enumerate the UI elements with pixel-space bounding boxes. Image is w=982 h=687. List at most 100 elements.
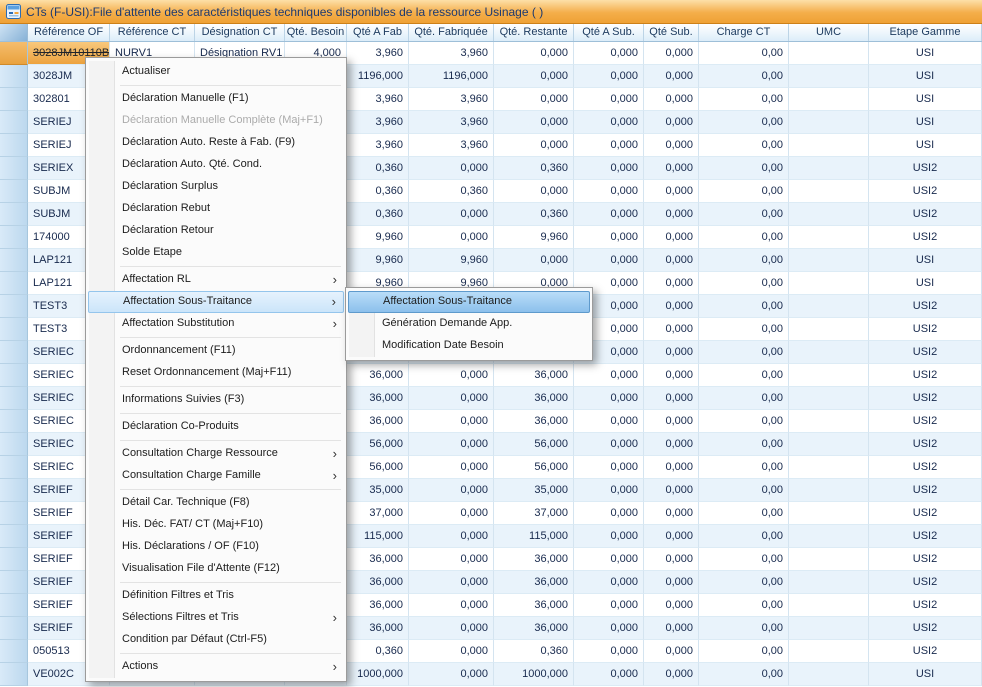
row-selector[interactable]: [0, 341, 28, 364]
menu-item[interactable]: His. Déclarations / OF (F10): [88, 536, 344, 558]
cell[interactable]: 0,000: [644, 456, 699, 479]
cell[interactable]: [789, 410, 869, 433]
column-header[interactable]: Référence CT: [110, 24, 195, 41]
cell[interactable]: 3,960: [347, 134, 409, 157]
cell[interactable]: 0,000: [409, 502, 494, 525]
column-header[interactable]: Charge CT: [699, 24, 789, 41]
cell[interactable]: 0,00: [699, 295, 789, 318]
cell[interactable]: 56,000: [494, 456, 574, 479]
cell[interactable]: USI2: [869, 433, 982, 456]
row-selector[interactable]: [0, 410, 28, 433]
cell[interactable]: 0,000: [494, 65, 574, 88]
cell[interactable]: [789, 341, 869, 364]
submenu-item[interactable]: Modification Date Besoin: [348, 335, 590, 357]
row-selector[interactable]: [0, 456, 28, 479]
cell[interactable]: 56,000: [494, 433, 574, 456]
cell[interactable]: 36,000: [494, 364, 574, 387]
cell[interactable]: 0,000: [574, 663, 644, 686]
menu-item[interactable]: Déclaration Surplus: [88, 176, 344, 198]
select-all-corner[interactable]: [0, 24, 28, 41]
cell[interactable]: 0,000: [494, 180, 574, 203]
cell[interactable]: USI: [869, 134, 982, 157]
cell[interactable]: 0,000: [644, 111, 699, 134]
cell[interactable]: 36,000: [494, 594, 574, 617]
menu-item[interactable]: His. Déc. FAT/ CT (Maj+F10): [88, 514, 344, 536]
cell[interactable]: 0,000: [644, 617, 699, 640]
cell[interactable]: 56,000: [347, 456, 409, 479]
cell[interactable]: 36,000: [347, 410, 409, 433]
cell[interactable]: 0,000: [574, 456, 644, 479]
cell[interactable]: USI2: [869, 502, 982, 525]
cell[interactable]: 0,000: [644, 157, 699, 180]
cell[interactable]: 0,000: [574, 479, 644, 502]
column-header[interactable]: UMC: [789, 24, 869, 41]
menu-item[interactable]: Déclaration Rebut: [88, 198, 344, 220]
cell[interactable]: 35,000: [494, 479, 574, 502]
cell[interactable]: 0,000: [644, 341, 699, 364]
cell[interactable]: 0,000: [644, 479, 699, 502]
cell[interactable]: [789, 249, 869, 272]
row-selector[interactable]: [0, 42, 28, 65]
cell[interactable]: 0,00: [699, 387, 789, 410]
cell[interactable]: [789, 203, 869, 226]
cell[interactable]: 0,00: [699, 410, 789, 433]
cell[interactable]: 0,000: [494, 88, 574, 111]
cell[interactable]: 0,000: [409, 640, 494, 663]
cell[interactable]: [789, 157, 869, 180]
cell[interactable]: 37,000: [494, 502, 574, 525]
cell[interactable]: 0,00: [699, 157, 789, 180]
row-selector[interactable]: [0, 157, 28, 180]
cell[interactable]: 0,000: [574, 571, 644, 594]
row-selector[interactable]: [0, 111, 28, 134]
cell[interactable]: 36,000: [494, 387, 574, 410]
cell[interactable]: 0,00: [699, 364, 789, 387]
cell[interactable]: 3,960: [347, 111, 409, 134]
cell[interactable]: 0,000: [574, 594, 644, 617]
cell[interactable]: 3,960: [347, 42, 409, 65]
cell[interactable]: 0,00: [699, 433, 789, 456]
cell[interactable]: 36,000: [347, 594, 409, 617]
cell[interactable]: 1196,000: [409, 65, 494, 88]
cell[interactable]: [789, 88, 869, 111]
cell[interactable]: 0,000: [574, 364, 644, 387]
row-selector[interactable]: [0, 387, 28, 410]
cell[interactable]: [789, 295, 869, 318]
cell[interactable]: [789, 548, 869, 571]
row-selector[interactable]: [0, 502, 28, 525]
cell[interactable]: 0,00: [699, 640, 789, 663]
cell[interactable]: 0,00: [699, 88, 789, 111]
cell[interactable]: [789, 479, 869, 502]
cell[interactable]: USI: [869, 663, 982, 686]
cell[interactable]: 0,360: [494, 203, 574, 226]
cell[interactable]: USI2: [869, 157, 982, 180]
cell[interactable]: [789, 318, 869, 341]
cell[interactable]: 0,000: [574, 88, 644, 111]
cell[interactable]: USI2: [869, 456, 982, 479]
cell[interactable]: 0,00: [699, 571, 789, 594]
cell[interactable]: USI2: [869, 594, 982, 617]
cell[interactable]: 0,00: [699, 502, 789, 525]
cell[interactable]: 0,000: [644, 594, 699, 617]
cell[interactable]: 0,000: [574, 617, 644, 640]
cell[interactable]: USI2: [869, 295, 982, 318]
menu-item[interactable]: Reset Ordonnancement (Maj+F11): [88, 362, 344, 384]
cell[interactable]: 0,360: [494, 640, 574, 663]
cell[interactable]: USI2: [869, 387, 982, 410]
menu-item[interactable]: Affectation RL›: [88, 269, 344, 291]
cell[interactable]: 0,000: [644, 433, 699, 456]
menu-item[interactable]: Informations Suivies (F3): [88, 389, 344, 411]
column-header[interactable]: Qté A Sub.: [574, 24, 644, 41]
row-selector[interactable]: [0, 433, 28, 456]
cell[interactable]: 0,00: [699, 617, 789, 640]
menu-item[interactable]: Visualisation File d'Attente (F12): [88, 558, 344, 580]
column-header[interactable]: Qté. Besoin: [285, 24, 347, 41]
cell[interactable]: 36,000: [494, 571, 574, 594]
cell[interactable]: 0,000: [574, 410, 644, 433]
cell[interactable]: USI2: [869, 617, 982, 640]
cell[interactable]: 0,00: [699, 525, 789, 548]
cell[interactable]: 3,960: [347, 88, 409, 111]
menu-item[interactable]: Déclaration Auto. Reste à Fab. (F9): [88, 132, 344, 154]
cell[interactable]: 0,000: [409, 456, 494, 479]
cell[interactable]: 0,000: [409, 410, 494, 433]
cell[interactable]: 0,00: [699, 65, 789, 88]
